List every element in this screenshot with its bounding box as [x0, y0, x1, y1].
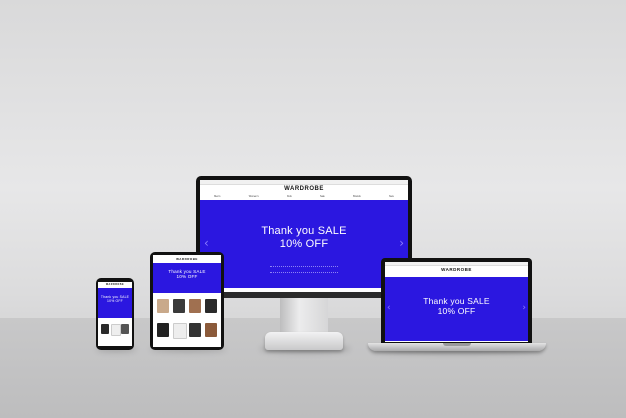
promo-subtitle: 10% OFF [279, 237, 329, 250]
product-image[interactable] [189, 323, 201, 337]
product-image[interactable] [173, 299, 185, 313]
nav-item[interactable]: Brands [353, 195, 361, 198]
monitor-chin [196, 292, 412, 298]
site-logo[interactable]: WARDROBE [385, 267, 528, 272]
phone: WARDROBE Thank you SALE 10% OFF [96, 278, 134, 350]
laptop-screen: WARDROBE Thank you SALE 10% OFF ‹ › [385, 262, 528, 342]
hero-banner[interactable]: Thank you SALE 10% OFF ‹ › [385, 277, 528, 341]
promo-subtitle: 10% OFF [437, 305, 476, 316]
monitor-stand-neck [280, 298, 328, 334]
product-image[interactable] [205, 299, 217, 313]
nav-item[interactable]: Men's [214, 195, 220, 198]
product-image[interactable] [111, 324, 121, 336]
product-image[interactable] [189, 299, 201, 313]
laptop-notch [443, 343, 471, 346]
desktop-screen: WARDROBE Men's Women's Kids Sale Brands … [200, 180, 408, 292]
nav-item[interactable]: Sale [320, 195, 325, 198]
hero-banner[interactable]: Thank you SALE 10% OFF [153, 263, 221, 293]
product-image[interactable] [121, 324, 129, 334]
product-image[interactable] [157, 299, 169, 313]
browser-bar [200, 180, 408, 185]
chevron-left-icon[interactable]: ‹ [204, 236, 209, 250]
site-logo[interactable]: WARDROBE [153, 257, 221, 261]
nav-item[interactable]: Kids [287, 195, 292, 198]
desktop-monitor: WARDROBE Men's Women's Kids Sale Brands … [196, 176, 412, 298]
tablet: WARDROBE Thank you SALE 10% OFF [150, 252, 224, 350]
promo-title: Thank you SALE [261, 225, 347, 237]
hero-fine-print [270, 266, 338, 273]
product-image[interactable] [173, 323, 187, 339]
site-logo[interactable]: WARDROBE [98, 283, 132, 286]
promo-subtitle: 10% OFF [176, 274, 198, 280]
nav-item[interactable]: New [389, 195, 394, 198]
browser-bar [385, 262, 528, 266]
site-logo[interactable]: WARDROBE [200, 186, 408, 192]
chevron-left-icon[interactable]: ‹ [387, 303, 391, 313]
laptop: WARDROBE Thank you SALE 10% OFF ‹ › [381, 258, 532, 344]
nav-item[interactable]: Women's [249, 195, 259, 198]
phone-screen: WARDROBE Thank you SALE 10% OFF [98, 282, 132, 346]
product-image[interactable] [205, 323, 217, 337]
site-nav: Men's Women's Kids Sale Brands New [200, 195, 408, 198]
hero-banner[interactable]: Thank you SALE 10% OFF [98, 288, 132, 318]
chevron-right-icon[interactable]: › [399, 236, 404, 250]
product-image[interactable] [101, 324, 109, 334]
product-image[interactable] [157, 323, 169, 337]
monitor-stand-base [265, 332, 343, 350]
chevron-right-icon[interactable]: › [522, 303, 526, 313]
tablet-screen: WARDROBE Thank you SALE 10% OFF [153, 255, 221, 347]
hero-banner[interactable]: Thank you SALE 10% OFF ‹ › [200, 200, 408, 288]
promo-subtitle: 10% OFF [107, 298, 123, 303]
